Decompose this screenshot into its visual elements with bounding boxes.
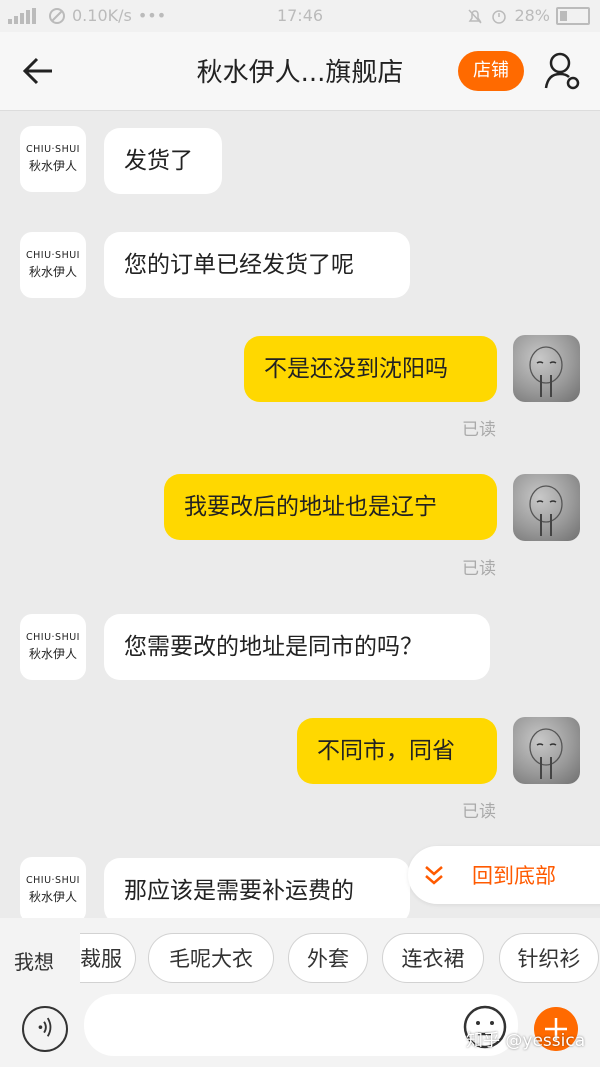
- mute-bell-icon: [468, 8, 482, 24]
- message-bubble[interactable]: 我要改后的地址也是辽宁: [164, 474, 497, 540]
- voice-input-icon[interactable]: [22, 1006, 68, 1052]
- double-chevron-down-icon: [425, 866, 443, 885]
- message-bubble[interactable]: 不同市，同省: [297, 718, 497, 784]
- shop-button[interactable]: 店铺: [458, 51, 524, 91]
- read-status: 已读: [462, 802, 496, 822]
- quick-topics-bar: 我想 裁服 毛呢大衣 外套 连衣裙 针织衫: [0, 918, 600, 1002]
- read-status: 已读: [462, 559, 496, 579]
- chat-header: 秋水伊人...旗舰店 店铺: [0, 32, 600, 111]
- quick-chip[interactable]: 外套: [288, 933, 368, 983]
- shop-avatar[interactable]: CHIU·SHUI 秋水伊人: [20, 857, 86, 923]
- input-bar: 知乎 @yessica: [0, 994, 600, 1067]
- scroll-to-bottom-label: 回到底部: [472, 864, 556, 888]
- message-bubble[interactable]: 您的订单已经发货了呢: [104, 232, 410, 298]
- quick-topics-label: 我想: [14, 950, 54, 974]
- battery-icon: [556, 6, 590, 25]
- user-avatar[interactable]: [513, 717, 580, 784]
- quick-chip[interactable]: 针织衫: [499, 933, 599, 983]
- scroll-to-bottom-button[interactable]: 回到底部: [408, 846, 600, 904]
- read-status: 已读: [462, 420, 496, 440]
- message-bubble[interactable]: 那应该是需要补运费的: [104, 858, 410, 924]
- status-time: 17:46: [276, 6, 324, 25]
- user-settings-icon[interactable]: [542, 50, 582, 92]
- quick-chip[interactable]: 连衣裙: [382, 933, 484, 983]
- message-bubble[interactable]: 不是还没到沈阳吗: [244, 336, 497, 402]
- quick-chip[interactable]: 裁服: [80, 933, 136, 983]
- user-avatar[interactable]: [513, 474, 580, 541]
- watermark: 知乎 @yessica: [466, 1031, 586, 1051]
- battery-level: 28%: [514, 6, 550, 25]
- message-input[interactable]: [84, 994, 518, 1056]
- user-avatar[interactable]: [513, 335, 580, 402]
- status-bar: 0.10K/s ••• 17:46 28%: [0, 0, 600, 32]
- message-bubble[interactable]: 您需要改的地址是同市的吗？: [104, 614, 490, 680]
- shop-avatar[interactable]: CHIU·SHUI 秋水伊人: [20, 126, 86, 192]
- message-bubble[interactable]: 发货了: [104, 128, 222, 194]
- alarm-icon: [492, 9, 507, 24]
- shop-avatar[interactable]: CHIU·SHUI 秋水伊人: [20, 614, 86, 680]
- quick-chip[interactable]: 毛呢大衣: [148, 933, 274, 983]
- shop-avatar[interactable]: CHIU·SHUI 秋水伊人: [20, 232, 86, 298]
